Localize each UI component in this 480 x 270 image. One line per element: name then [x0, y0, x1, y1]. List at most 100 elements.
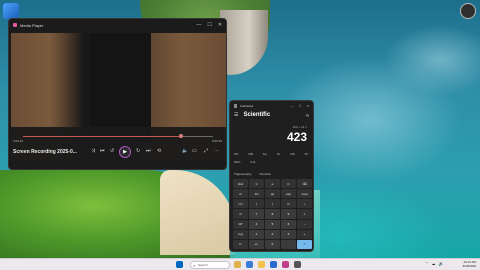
- calc-key[interactable]: +: [297, 229, 312, 239]
- calc-key[interactable]: 3: [281, 229, 296, 239]
- calc-display: 423: [286, 130, 307, 144]
- function-dropdown[interactable]: Function: [260, 172, 272, 176]
- close-icon[interactable]: ✕: [218, 22, 222, 28]
- minimize-icon[interactable]: —: [291, 104, 294, 108]
- volume-icon[interactable]: 🔈: [182, 148, 188, 154]
- repeat-icon[interactable]: ⟲: [157, 148, 161, 154]
- calculator-taskbar-icon[interactable]: [294, 261, 301, 268]
- edge-icon[interactable]: [246, 261, 253, 268]
- calc-key[interactable]: C: [281, 179, 296, 189]
- memory-row: MC MR M+ M- MS M˅: [234, 152, 309, 156]
- calc-key[interactable]: 5: [265, 219, 280, 229]
- calc-key[interactable]: 7: [249, 209, 264, 219]
- folder-icon[interactable]: [3, 3, 19, 19]
- calc-key[interactable]: π: [249, 179, 264, 189]
- cast-icon[interactable]: ▭: [192, 148, 197, 154]
- calc-expression: 409 + 14 =: [292, 125, 307, 129]
- calc-key[interactable]: x²: [233, 189, 248, 199]
- calc-key[interactable]: log: [233, 229, 248, 239]
- angle-row: DEG F-E: [234, 160, 309, 164]
- store-icon[interactable]: [270, 261, 277, 268]
- app-icon[interactable]: [460, 3, 476, 19]
- rewind-icon[interactable]: ↺: [110, 148, 114, 154]
- start-icon[interactable]: [176, 261, 183, 268]
- play-button[interactable]: ▶: [119, 146, 131, 158]
- memory-button[interactable]: M˅: [305, 152, 309, 156]
- calc-key[interactable]: |x|: [265, 189, 280, 199]
- calc-key[interactable]: 6: [281, 219, 296, 229]
- fullscreen-icon[interactable]: ⤢: [204, 148, 208, 154]
- shuffle-icon[interactable]: ⤨: [91, 148, 95, 154]
- calc-key[interactable]: n!: [281, 199, 296, 209]
- calc-key[interactable]: mod: [297, 189, 312, 199]
- close-icon[interactable]: ✕: [306, 104, 309, 108]
- minimize-icon[interactable]: —: [196, 22, 201, 28]
- seek-thumb[interactable]: [178, 134, 183, 138]
- calc-key[interactable]: ln: [233, 239, 248, 249]
- seek-bar[interactable]: [23, 134, 213, 138]
- media-player-titlebar: Media Player — ☐ ✕: [9, 19, 226, 31]
- calc-key[interactable]: 10ˣ: [233, 219, 248, 229]
- calc-key[interactable]: (: [249, 199, 264, 209]
- media-player-window: Media Player — ☐ ✕ 0:00:24 0:00:30 Scree…: [8, 18, 227, 170]
- calc-key[interactable]: 9: [281, 209, 296, 219]
- memory-button[interactable]: MS: [290, 152, 295, 156]
- forward-icon[interactable]: ↻: [136, 148, 140, 154]
- calculator-mode: Scientific: [243, 112, 271, 118]
- next-icon[interactable]: ⏭: [146, 148, 151, 154]
- maximize-icon[interactable]: ☐: [299, 104, 302, 108]
- calc-key[interactable]: 1: [249, 229, 264, 239]
- history-icon[interactable]: ⟲: [306, 113, 309, 118]
- fe-button[interactable]: F-E: [251, 160, 256, 164]
- calc-key[interactable]: e: [265, 179, 280, 189]
- file-explorer-icon[interactable]: [258, 261, 265, 268]
- previous-icon[interactable]: ⏮: [100, 148, 105, 154]
- more-icon[interactable]: ⋯: [214, 148, 219, 154]
- calculator-app-icon: [234, 103, 237, 108]
- mode-row: ☰ Scientific ⟲: [234, 112, 309, 118]
- calc-key[interactable]: ²√x: [233, 199, 248, 209]
- hamburger-menu-icon[interactable]: ☰: [234, 112, 238, 118]
- memory-button[interactable]: MC: [234, 152, 239, 156]
- taskbar: ⌕ Search ⌃ ☁ 🔊 10:13 AM 6/18/2025: [0, 258, 480, 270]
- time-total: 0:00:30: [211, 139, 222, 143]
- search-placeholder: Search: [198, 263, 208, 267]
- play-icon: ▶: [123, 149, 127, 155]
- calc-key[interactable]: exp: [281, 189, 296, 199]
- memory-button[interactable]: M-: [277, 152, 281, 156]
- calc-key[interactable]: ): [265, 199, 280, 209]
- memory-button[interactable]: MR: [248, 152, 253, 156]
- media-player-title: Media Player: [20, 22, 44, 28]
- calc-key[interactable]: −: [297, 219, 312, 229]
- calc-key[interactable]: 8: [265, 209, 280, 219]
- clock-date: 6/18/2025: [462, 264, 476, 268]
- calc-key[interactable]: ×: [297, 209, 312, 219]
- system-tray[interactable]: ⌃ ☁ 🔊: [425, 261, 445, 266]
- calculator-titlebar: Calculator — ☐ ✕: [230, 101, 313, 110]
- calc-key[interactable]: ÷: [297, 199, 312, 209]
- calc-key[interactable]: 1/x: [249, 189, 264, 199]
- equals-button[interactable]: =: [297, 239, 312, 249]
- taskbar-search[interactable]: ⌕ Search: [190, 261, 230, 269]
- file-name: Screen Recording 2025-0...: [13, 149, 77, 155]
- wallpaper-beach: [160, 170, 235, 255]
- calc-key[interactable]: +/−: [249, 239, 264, 249]
- widgets-icon[interactable]: [234, 261, 241, 268]
- calc-key[interactable]: 0: [265, 239, 280, 249]
- calc-key[interactable]: 2: [265, 229, 280, 239]
- media-player-taskbar-icon[interactable]: [282, 261, 289, 268]
- calculator-window: Calculator — ☐ ✕ ☰ Scientific ⟲ 409 + 14…: [229, 100, 314, 252]
- maximize-icon[interactable]: ☐: [207, 22, 211, 28]
- calc-key[interactable]: 2nd: [233, 179, 248, 189]
- playback-controls: 0:00:24 0:00:30 Screen Recording 2025-0.…: [9, 127, 226, 169]
- calc-key[interactable]: 4: [249, 219, 264, 229]
- deg-button[interactable]: DEG: [234, 160, 241, 164]
- seek-bar-progress: [23, 136, 181, 137]
- time-elapsed: 0:00:24: [13, 139, 24, 143]
- clock[interactable]: 10:13 AM 6/18/2025: [446, 260, 476, 268]
- calc-key[interactable]: .: [281, 239, 296, 249]
- calc-key[interactable]: ⌫: [297, 179, 312, 189]
- memory-button[interactable]: M+: [263, 152, 267, 156]
- trigonometry-dropdown[interactable]: Trigonometry: [234, 172, 252, 176]
- calc-key[interactable]: xʸ: [233, 209, 248, 219]
